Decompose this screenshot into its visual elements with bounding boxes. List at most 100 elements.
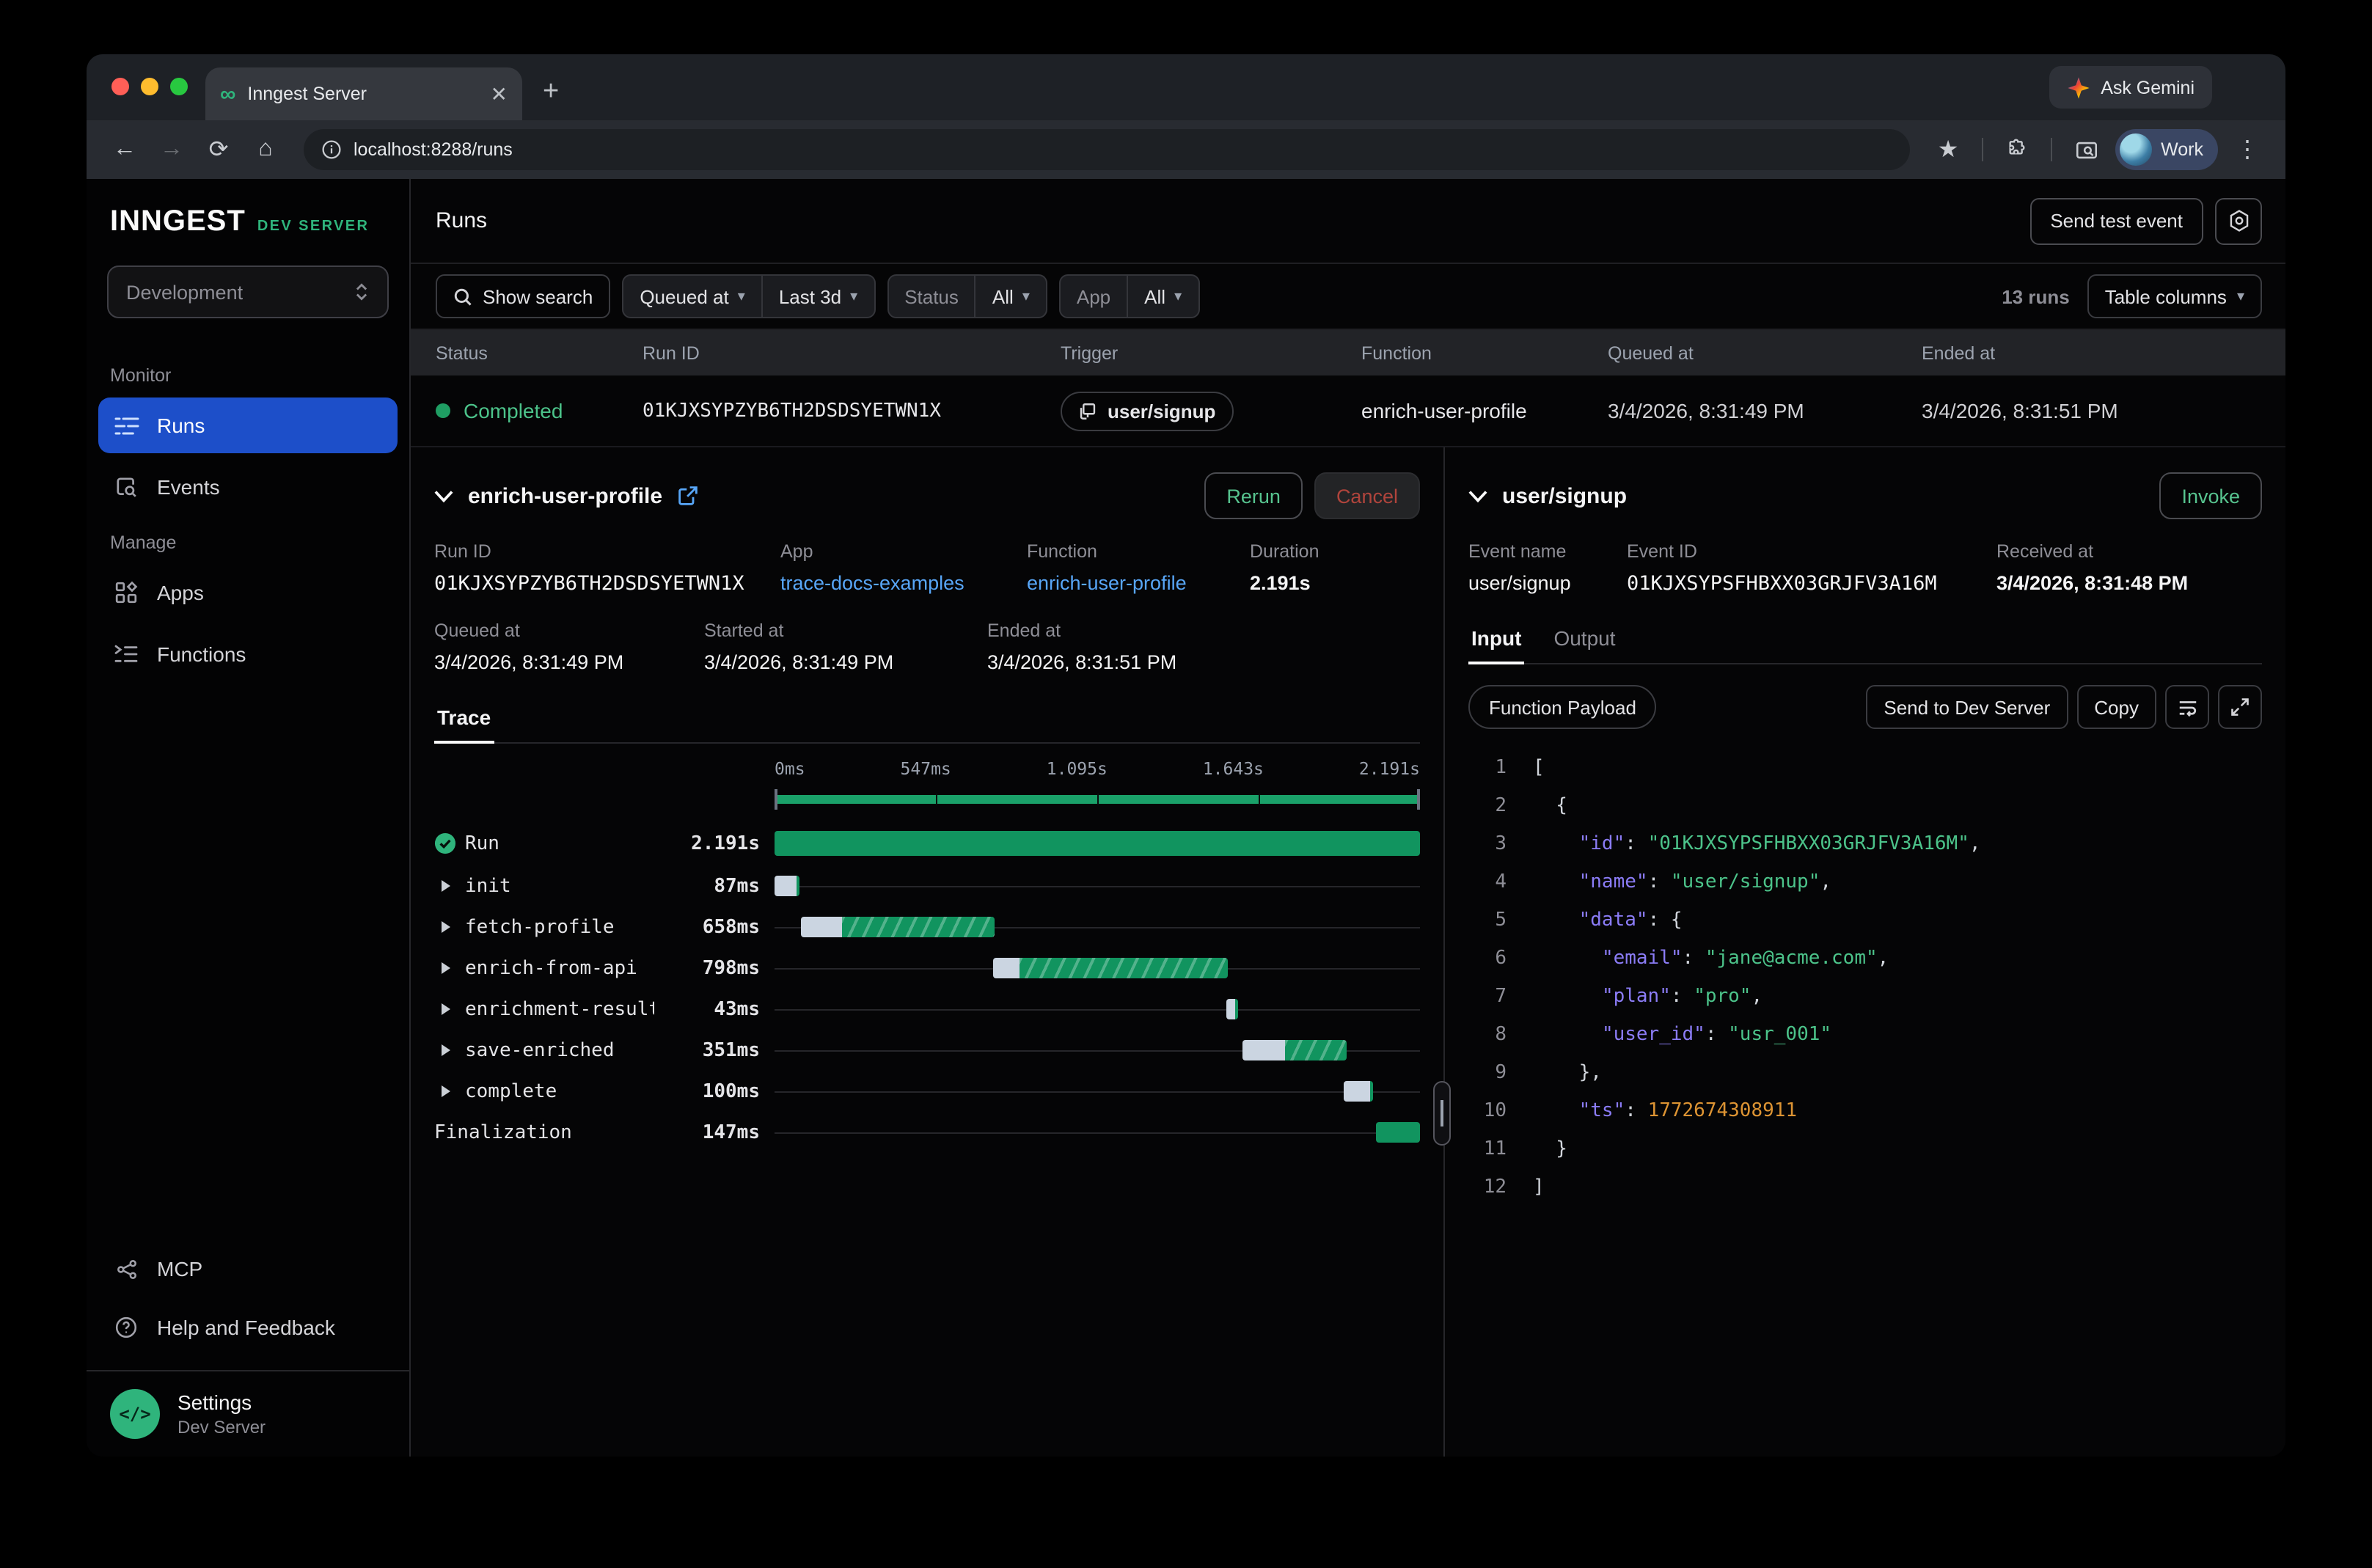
send-test-event-button[interactable]: Send test event <box>2029 197 2203 244</box>
trigger-pill[interactable]: user/signup <box>1061 391 1233 431</box>
reload-button[interactable]: ⟳ <box>198 129 239 170</box>
extensions-icon[interactable] <box>1996 129 2038 170</box>
trace-step-bar[interactable] <box>992 958 1228 978</box>
trace-waterfall: 0ms547ms1.095s1.643s2.191s <box>434 744 1420 1457</box>
trace-step-bar[interactable] <box>1377 1122 1420 1143</box>
trace-step-name: Finalization <box>434 1121 572 1143</box>
caret-right-icon[interactable] <box>434 921 456 933</box>
tab-close-icon[interactable]: ✕ <box>491 84 508 104</box>
payload-code-editor[interactable]: 1[2 {3 "id": "01KJXSYPSFHBXX03GRJFV3A16M… <box>1468 750 2262 1207</box>
browser-tab[interactable]: ∞ Inngest Server ✕ <box>205 67 522 120</box>
tab-output[interactable]: Output <box>1551 626 1618 663</box>
caret-right-icon[interactable] <box>434 1044 456 1056</box>
bookmark-star-icon[interactable]: ★ <box>1928 129 1969 170</box>
site-info-icon[interactable] <box>321 139 342 160</box>
side-panel-search-icon[interactable] <box>2065 129 2106 170</box>
trace-step-bar[interactable] <box>775 876 800 896</box>
trace-step-bar[interactable] <box>775 831 1420 856</box>
dev-server-code-icon: </> <box>110 1389 160 1439</box>
trace-row-enrichment-results[interactable]: enrichment-results43ms <box>434 989 1420 1030</box>
caret-right-icon[interactable] <box>434 880 456 892</box>
home-button[interactable]: ⌂ <box>245 129 286 170</box>
trace-step-label: init <box>434 875 654 897</box>
panel-resize-handle[interactable] <box>1433 1081 1451 1146</box>
close-window-button[interactable] <box>111 78 129 95</box>
browser-menu-icon[interactable]: ⋮ <box>2227 129 2268 170</box>
caret-right-icon[interactable] <box>434 962 456 974</box>
sidebar-settings[interactable]: </> Settings Dev Server <box>87 1370 409 1457</box>
app-filter-dropdown[interactable]: All▾ <box>1127 276 1198 317</box>
back-button[interactable]: ← <box>104 129 145 170</box>
settings-gear-button[interactable] <box>2215 197 2262 244</box>
send-to-dev-server-button[interactable]: Send to Dev Server <box>1866 685 2068 729</box>
sidebar-item-mcp[interactable]: MCP <box>98 1241 398 1297</box>
sidebar-item-apps[interactable]: Apps <box>98 565 398 620</box>
run-table-row[interactable]: Completed 01KJXSYPZYB6TH2DSDSYETWN1X use… <box>411 375 2285 447</box>
expand-diagonal-icon <box>2230 697 2250 717</box>
sidebar-item-runs[interactable]: Runs <box>98 398 398 453</box>
minimize-window-button[interactable] <box>141 78 158 95</box>
timeline-axis: 0ms547ms1.095s1.643s2.191s <box>775 758 1420 779</box>
trace-row-run[interactable]: Run2.191s <box>434 821 1420 865</box>
sidebar-item-events[interactable]: Events <box>98 459 398 515</box>
functions-list-icon <box>113 644 139 664</box>
minimap-tick <box>1097 794 1099 805</box>
trace-row-fetch-profile[interactable]: fetch-profile658ms <box>434 906 1420 948</box>
app-link[interactable]: trace-docs-examples <box>780 572 964 594</box>
code-line: 7 "plan": "pro", <box>1468 978 2262 1016</box>
trace-row-complete[interactable]: complete100ms <box>434 1071 1420 1112</box>
forward-button[interactable]: → <box>151 129 192 170</box>
function-label: Function <box>1027 541 1250 562</box>
timeline-minimap[interactable] <box>775 789 1420 810</box>
run-details-area: enrich-user-profile Rerun Cancel Run ID <box>411 447 2285 1457</box>
app-filter-label: App <box>1061 276 1127 317</box>
tab-trace[interactable]: Trace <box>434 706 494 742</box>
address-bar[interactable]: localhost:8288/runs <box>304 129 1910 170</box>
ask-gemini-button[interactable]: Ask Gemini <box>2049 66 2212 109</box>
queued-segment <box>801 917 842 937</box>
tab-input[interactable]: Input <box>1468 626 1524 663</box>
caret-right-icon[interactable] <box>434 1003 456 1015</box>
sidebar-item-help[interactable]: Help and Feedback <box>98 1300 398 1355</box>
function-payload-pill[interactable]: Function Payload <box>1468 685 1657 729</box>
trace-row-finalization[interactable]: Finalization147ms <box>434 1112 1420 1153</box>
trace-step-bar[interactable] <box>801 917 995 937</box>
collapse-chevron-icon[interactable] <box>434 489 453 502</box>
copy-button[interactable]: Copy <box>2076 685 2156 729</box>
profile-chip[interactable]: Work <box>2115 129 2218 170</box>
table-columns-dropdown[interactable]: Table columns▾ <box>2087 274 2262 318</box>
code-line: 11 } <box>1468 1131 2262 1169</box>
select-chevrons-icon <box>354 282 370 302</box>
queued-segment <box>992 958 1019 978</box>
invoke-button[interactable]: Invoke <box>2159 472 2262 519</box>
trace-row-init[interactable]: init87ms <box>434 865 1420 906</box>
function-link[interactable]: enrich-user-profile <box>1027 572 1187 594</box>
caret-right-icon[interactable] <box>434 1085 456 1097</box>
environment-select[interactable]: Development <box>107 265 389 318</box>
trace-step-bar[interactable] <box>1226 999 1239 1019</box>
rerun-button[interactable]: Rerun <box>1204 472 1303 519</box>
maximize-window-button[interactable] <box>170 78 188 95</box>
app-filter: App All▾ <box>1059 274 1199 318</box>
trace-row-enrich-from-api[interactable]: enrich-from-api798ms <box>434 948 1420 989</box>
time-field-dropdown[interactable]: Queued at▾ <box>623 276 761 317</box>
collapse-chevron-icon[interactable] <box>1468 489 1487 502</box>
trace-step-name: save-enriched <box>465 1039 615 1061</box>
sidebar-item-functions[interactable]: Functions <box>98 626 398 682</box>
trace-step-duration: 43ms <box>669 998 760 1020</box>
trace-step-label: Finalization <box>434 1121 654 1143</box>
external-link-icon[interactable] <box>677 486 698 506</box>
status-filter-dropdown[interactable]: All▾ <box>975 276 1046 317</box>
word-wrap-button[interactable] <box>2165 685 2209 729</box>
expand-button[interactable] <box>2218 685 2262 729</box>
code-line: 3 "id": "01KJXSYPSFHBXX03GRJFV3A16M", <box>1468 826 2262 864</box>
new-tab-button[interactable]: + <box>543 76 559 109</box>
window-controls[interactable] <box>111 78 188 95</box>
trace-step-bar[interactable] <box>1343 1081 1372 1102</box>
trace-step-bar[interactable] <box>1242 1040 1346 1060</box>
trace-row-save-enriched[interactable]: save-enriched351ms <box>434 1030 1420 1071</box>
cancel-button[interactable]: Cancel <box>1314 472 1420 519</box>
time-range-dropdown[interactable]: Last 3d▾ <box>761 276 874 317</box>
line-number: 11 <box>1468 1131 1507 1169</box>
show-search-button[interactable]: Show search <box>436 274 610 318</box>
